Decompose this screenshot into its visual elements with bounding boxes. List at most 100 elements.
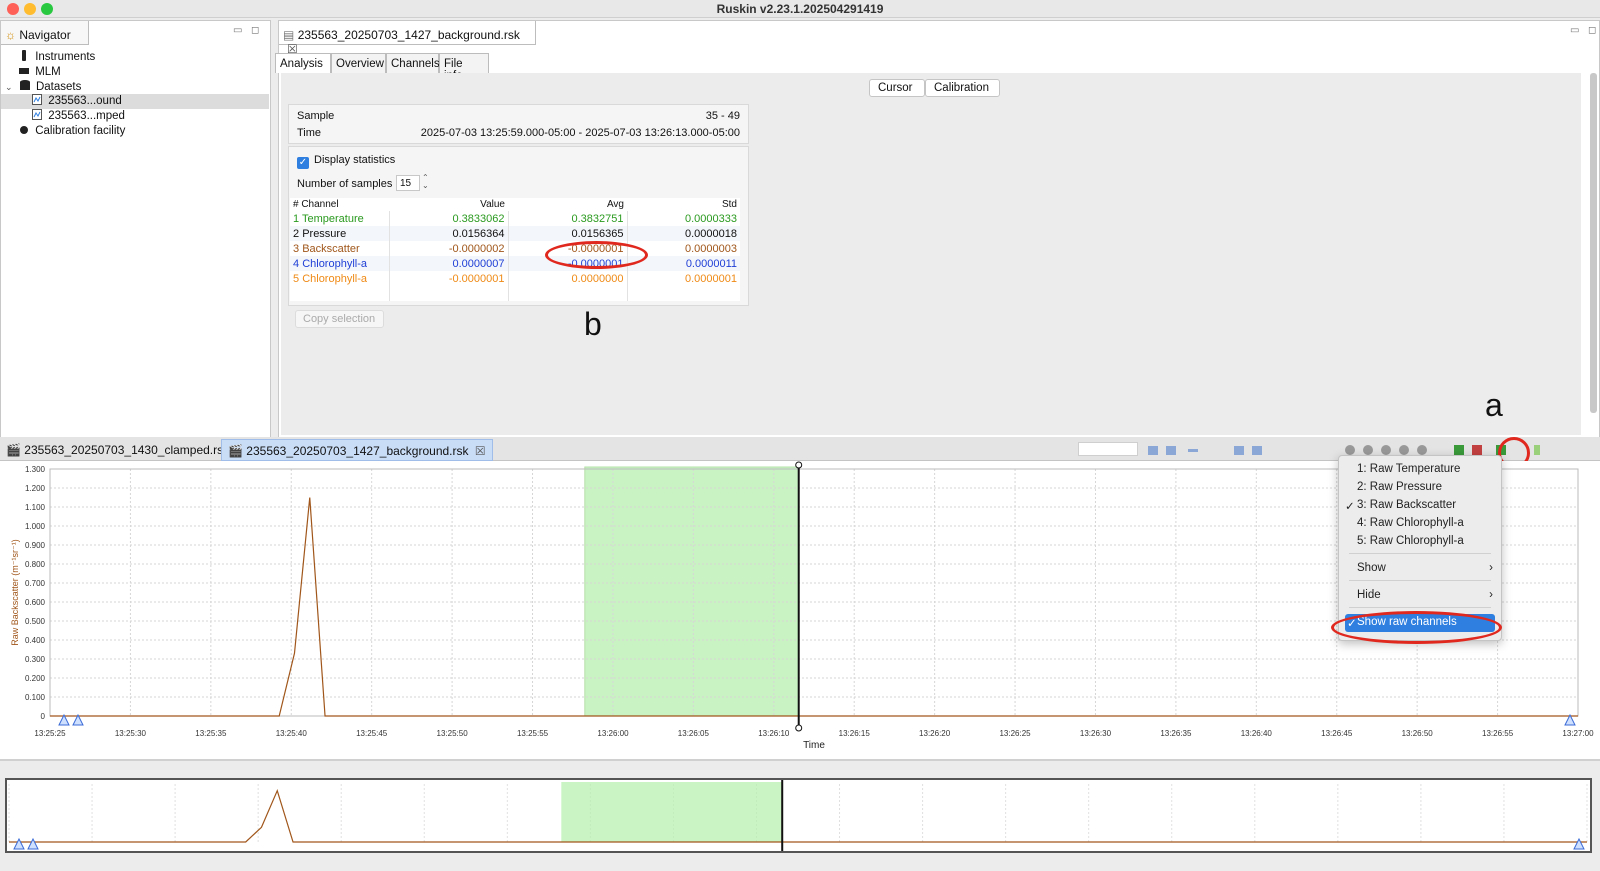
tab-channels[interactable]: Channels <box>386 53 440 73</box>
zoom-field[interactable] <box>1078 442 1138 456</box>
pin-icon <box>1534 445 1540 455</box>
selection-region <box>584 466 800 717</box>
menu-label: Hide <box>1357 589 1381 601</box>
annotation-circle-show-raw <box>1331 611 1502 644</box>
window-title: Ruskin v2.23.1.202504291419 <box>716 2 884 16</box>
event-marker-icon <box>13 837 25 850</box>
column-header[interactable]: Value <box>389 198 508 211</box>
maximize-panel-icon[interactable]: ◻ <box>251 25 259 36</box>
menu-item-raw-chlorophyll-a[interactable]: 4: Raw Chlorophyll-a <box>1339 515 1501 533</box>
export-icon <box>1454 445 1464 455</box>
table-row[interactable]: 4 Chlorophyll-a 0.0000007 -0.0000001 0.0… <box>290 256 740 271</box>
tree-label: 235563...ound <box>48 95 122 107</box>
vertical-scrollbar[interactable] <box>1590 73 1597 413</box>
navigator-sun-icon: ☼ <box>5 28 16 42</box>
x-tick-label: 13:26:05 <box>678 729 710 738</box>
column-header[interactable]: # Channel <box>290 198 389 211</box>
tree-item-calibration-facility[interactable]: Calibration facility <box>19 124 125 139</box>
fit-icon <box>1188 449 1198 452</box>
channel-name: Backscatter <box>302 242 360 255</box>
editor-file-tab[interactable]: ▤ 235563_20250703_1427_background.rsk ☒ <box>279 21 536 56</box>
menu-item-show[interactable]: Show › <box>1339 560 1501 578</box>
segment-cursor[interactable]: Cursor <box>869 79 925 97</box>
tree-item-dataset-background[interactable]: 235563...ound <box>1 94 269 109</box>
prev-icon <box>1166 446 1176 455</box>
x-tick-label: 13:26:10 <box>758 729 790 738</box>
menu-separator <box>1349 607 1491 608</box>
close-tab-icon[interactable]: ☒ <box>475 444 486 458</box>
avg-cell: 0.3832751 <box>507 211 627 226</box>
display-statistics-checkbox[interactable]: ✓ Display statistics <box>297 154 395 169</box>
channel-cell: 4 Chlorophyll-a <box>290 256 389 271</box>
avg-cell: 0.0156365 <box>507 226 627 241</box>
y-tick-label: 1.300 <box>25 465 46 474</box>
last-icon <box>1252 446 1262 455</box>
tab-label: 235563_20250703_1427_background.rsk <box>246 444 469 458</box>
column-header[interactable]: Avg <box>508 198 627 211</box>
navigator-title: Navigator <box>19 28 71 42</box>
tab-analysis[interactable]: Analysis <box>275 53 331 73</box>
first-icon <box>1148 446 1158 455</box>
x-tick-label: 13:26:45 <box>1321 729 1353 738</box>
sample-info-box: Sample 35 - 49 Time 2025-07-03 13:25:59.… <box>288 104 749 144</box>
tree-item-dataset-clamped[interactable]: 235563...mped <box>32 109 125 124</box>
std-cell: 0.0000333 <box>626 211 740 226</box>
stepper-icon[interactable]: ⌃ ⌄ <box>422 174 429 190</box>
tab-overview[interactable]: Overview <box>331 53 386 73</box>
minimize-panel-icon[interactable]: ▭ <box>233 25 242 36</box>
menu-label: 1: Raw Temperature <box>1357 463 1461 475</box>
mlm-icon <box>19 65 29 76</box>
table-row[interactable]: 3 Backscatter -0.0000002 -0.0000001 0.00… <box>290 241 740 256</box>
tab-clamped-dataset[interactable]: 🎬 235563_20250703_1430_clamped.rsk <box>0 439 235 461</box>
navigator-tab[interactable]: ☼ Navigator <box>1 21 89 45</box>
x-tick-label: 13:26:40 <box>1241 729 1273 738</box>
time-value: 2025-07-03 13:25:59.000-05:00 - 2025-07-… <box>420 127 740 139</box>
num-samples-field[interactable]: 15 <box>396 175 420 191</box>
menu-label: 4: Raw Chlorophyll-a <box>1357 517 1464 529</box>
menu-item-raw-temperature[interactable]: 1: Raw Temperature <box>1339 461 1501 479</box>
channel-cell: 5 Chlorophyll-a <box>290 271 389 286</box>
dataset-file-icon <box>32 94 42 105</box>
menu-label: 3: Raw Backscatter <box>1357 499 1457 511</box>
table-row[interactable]: 2 Pressure 0.0156364 0.0156365 0.0000018 <box>290 226 740 241</box>
overview-chart[interactable] <box>5 778 1592 853</box>
tab-background-dataset[interactable]: 🎬 235563_20250703_1427_background.rsk ☒ <box>221 439 493 461</box>
tree-label: Calibration facility <box>35 125 126 137</box>
x-tick-label: 13:26:20 <box>919 729 951 738</box>
table-row[interactable]: 5 Chlorophyll-a -0.0000001 0.0000000 0.0… <box>290 271 740 286</box>
overview-svg[interactable] <box>7 780 1590 851</box>
maximize-panel-icon[interactable]: ◻ <box>1588 25 1596 36</box>
tab-file-info[interactable]: File info <box>439 53 489 82</box>
table-row[interactable]: 1 Temperature 0.3833062 0.3832751 0.0000… <box>290 211 740 226</box>
file-icon: ▤ <box>283 28 295 42</box>
copy-selection-button[interactable]: Copy selection <box>295 310 384 328</box>
chevron-right-icon: › <box>1489 589 1493 601</box>
segment-calibration[interactable]: Calibration <box>925 79 1000 97</box>
menu-item-raw-backscatter[interactable]: ✓ 3: Raw Backscatter <box>1339 497 1501 515</box>
tree-item-mlm[interactable]: MLM <box>19 65 61 80</box>
selection-region <box>561 782 783 842</box>
menu-item-raw-chlorophyll-a-5[interactable]: 5: Raw Chlorophyll-a <box>1339 533 1501 551</box>
menu-separator <box>1349 553 1491 554</box>
view-icon <box>1363 445 1373 455</box>
x-axis-label: Time <box>803 740 825 751</box>
column-header[interactable]: Std <box>627 198 740 211</box>
view-icon <box>1399 445 1409 455</box>
table-row <box>290 286 740 301</box>
channel-cell: 3 Backscatter <box>290 241 389 256</box>
menu-item-hide[interactable]: Hide › <box>1339 587 1501 605</box>
segment-label: Cursor <box>878 82 913 94</box>
tree-label: Datasets <box>35 81 82 93</box>
chevron-down-icon[interactable]: ⌄ <box>5 82 13 92</box>
y-tick-label: 0 <box>41 712 46 721</box>
tree-item-instruments[interactable]: Instruments <box>19 50 95 65</box>
editor-tab-title: 235563_20250703_1427_background.rsk <box>297 28 520 42</box>
chevron-right-icon: › <box>1489 562 1493 574</box>
x-tick-label: 13:25:25 <box>34 729 66 738</box>
tree-item-datasets[interactable]: ⌄ Datasets <box>5 80 81 95</box>
menu-item-raw-pressure[interactable]: 2: Raw Pressure <box>1339 479 1501 497</box>
sample-label: Sample <box>297 110 335 122</box>
channel-cell: 2 Pressure <box>290 226 389 241</box>
minimize-panel-icon[interactable]: ▭ <box>1570 25 1579 36</box>
channel-name: Chlorophyll-a <box>302 272 367 285</box>
